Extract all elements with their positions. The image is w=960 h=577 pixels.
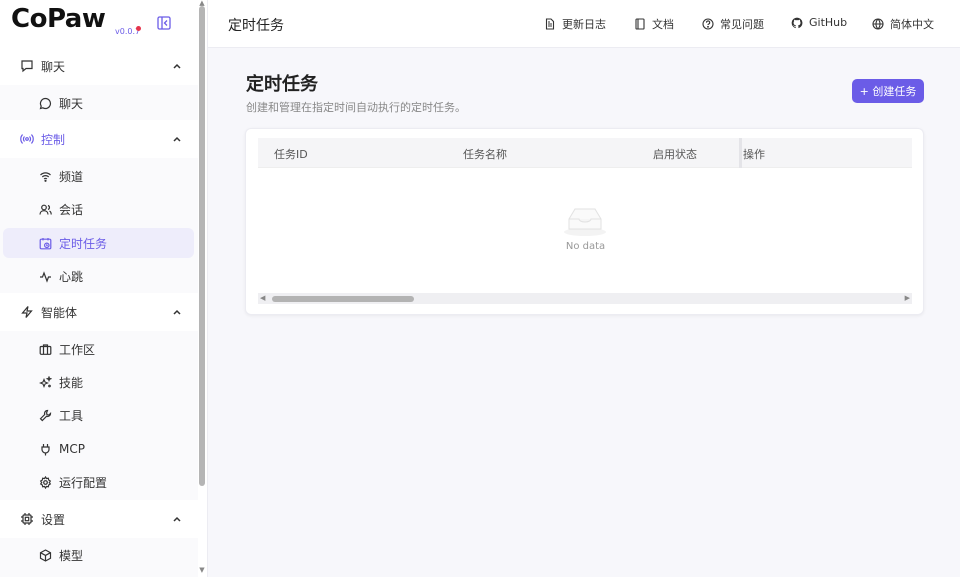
link-label: 简体中文 — [890, 18, 934, 31]
users-icon — [39, 203, 52, 216]
empty-inbox-icon — [562, 201, 608, 237]
link-label: 更新日志 — [562, 18, 606, 31]
sidebar-item-label: 模型 — [59, 548, 84, 563]
link-label: 文档 — [652, 18, 674, 31]
top-header: 定时任务 更新日志 文档 常见问题 GitHub 简体中文 — [208, 0, 960, 48]
sidebar-item-label: 频道 — [59, 169, 84, 184]
faq-link[interactable]: 常见问题 — [702, 16, 764, 32]
sidebar-item-tools[interactable]: 工具 — [3, 400, 194, 430]
zap-icon — [20, 305, 34, 319]
scroll-left-arrow[interactable]: ◀ — [260, 293, 265, 304]
gear-icon — [39, 475, 52, 489]
wifi-icon — [39, 170, 52, 183]
logo-row: CoPaw v0.0.7 — [0, 0, 198, 48]
sidebar-group-label: 聊天 — [41, 59, 66, 74]
sidebar-item-label: 运行配置 — [59, 475, 108, 490]
sidebar-item-label: 聊天 — [59, 96, 84, 111]
cpu-icon — [20, 512, 34, 526]
sidebar: CoPaw v0.0.7 聊天 聊天 控制 频道 会话 定时任务 心跳 智能体 … — [0, 0, 208, 577]
sidebar-item-workspace[interactable]: 工作区 — [3, 334, 194, 364]
header-title: 定时任务 — [228, 18, 284, 34]
column-divider — [739, 138, 742, 168]
sidebar-group-agent[interactable]: 智能体 — [0, 295, 196, 329]
sidebar-item-mcp[interactable]: MCP — [3, 434, 194, 464]
sidebar-scrollbar-thumb[interactable] — [199, 6, 205, 486]
sidebar-item-label: 技能 — [59, 375, 84, 390]
sidebar-group-settings[interactable]: 设置 — [0, 502, 196, 536]
docs-link[interactable]: 文档 — [634, 16, 674, 32]
column-header-enabled-status[interactable]: 启用状态 — [653, 146, 697, 162]
calendar-clock-icon — [39, 237, 52, 250]
chevron-up-icon — [172, 514, 182, 524]
tasks-table-card: 任务ID 任务名称 启用状态 操作 No data ◀ ▶ — [245, 128, 924, 315]
column-header-task-name[interactable]: 任务名称 — [463, 146, 507, 162]
collapse-sidebar-icon[interactable] — [157, 16, 171, 30]
wrench-icon — [39, 409, 52, 422]
sidebar-item-sessions[interactable]: 会话 — [3, 194, 194, 224]
plug-icon — [39, 443, 52, 456]
sidebar-item-label: 会话 — [59, 202, 84, 217]
column-header-task-id[interactable]: 任务ID — [274, 146, 308, 162]
chat-icon — [20, 59, 34, 73]
sidebar-item-label: 定时任务 — [59, 236, 108, 251]
page-title: 定时任务 — [246, 74, 318, 95]
create-task-button[interactable]: + 创建任务 — [852, 79, 924, 103]
sidebar-item-heartbeat[interactable]: 心跳 — [3, 261, 194, 291]
horizontal-scrollbar-thumb[interactable] — [272, 296, 414, 302]
app-logo: CoPaw — [11, 4, 106, 34]
sidebar-item-skills[interactable]: 技能 — [3, 367, 194, 397]
help-circle-icon — [702, 18, 714, 30]
sidebar-item-label: 心跳 — [59, 269, 84, 284]
chevron-up-icon — [172, 134, 182, 144]
sidebar-group-chat[interactable]: 聊天 — [0, 49, 196, 83]
sidebar-item-label: MCP — [59, 442, 85, 456]
language-switch[interactable]: 简体中文 — [872, 16, 934, 32]
sidebar-item-label: 工具 — [59, 408, 84, 423]
chevron-up-icon — [172, 307, 182, 317]
sidebar-item-chat[interactable]: 聊天 — [3, 88, 194, 118]
empty-state-text: No data — [565, 241, 606, 252]
scroll-down-arrow[interactable]: ▼ — [198, 567, 206, 574]
book-icon — [634, 18, 646, 30]
box-icon — [39, 548, 52, 562]
file-text-icon — [544, 18, 556, 30]
github-link[interactable]: GitHub — [791, 16, 847, 29]
chevron-up-icon — [172, 61, 182, 71]
table-header: 任务ID 任务名称 启用状态 操作 — [258, 138, 912, 168]
page-description: 创建和管理在指定时间自动执行的定时任务。 — [246, 101, 466, 114]
link-label: GitHub — [809, 16, 848, 29]
sidebar-item-run-config[interactable]: 运行配置 — [3, 467, 194, 497]
table-horizontal-scrollbar[interactable]: ◀ ▶ — [258, 293, 912, 304]
sidebar-group-label: 智能体 — [41, 305, 78, 320]
github-icon — [791, 17, 803, 29]
scroll-right-arrow[interactable]: ▶ — [905, 293, 910, 304]
sidebar-group-label: 控制 — [41, 132, 66, 147]
activity-icon — [39, 270, 52, 283]
sidebar-item-scheduled-tasks[interactable]: 定时任务 — [3, 228, 194, 258]
sidebar-group-control[interactable]: 控制 — [0, 122, 196, 156]
column-header-actions: 操作 — [743, 148, 765, 161]
version-dot — [136, 26, 141, 31]
sidebar-group-label: 设置 — [41, 512, 66, 527]
sidebar-item-label: 工作区 — [59, 342, 96, 357]
sidebar-item-models[interactable]: 模型 — [3, 540, 194, 570]
globe-icon — [872, 18, 884, 30]
message-circle-icon — [39, 97, 52, 110]
changelog-link[interactable]: 更新日志 — [544, 16, 606, 32]
sparkles-icon — [39, 375, 52, 389]
briefcase-icon — [39, 343, 52, 356]
sidebar-item-channels[interactable]: 频道 — [3, 161, 194, 191]
link-label: 常见问题 — [720, 18, 764, 31]
broadcast-icon — [20, 132, 34, 146]
